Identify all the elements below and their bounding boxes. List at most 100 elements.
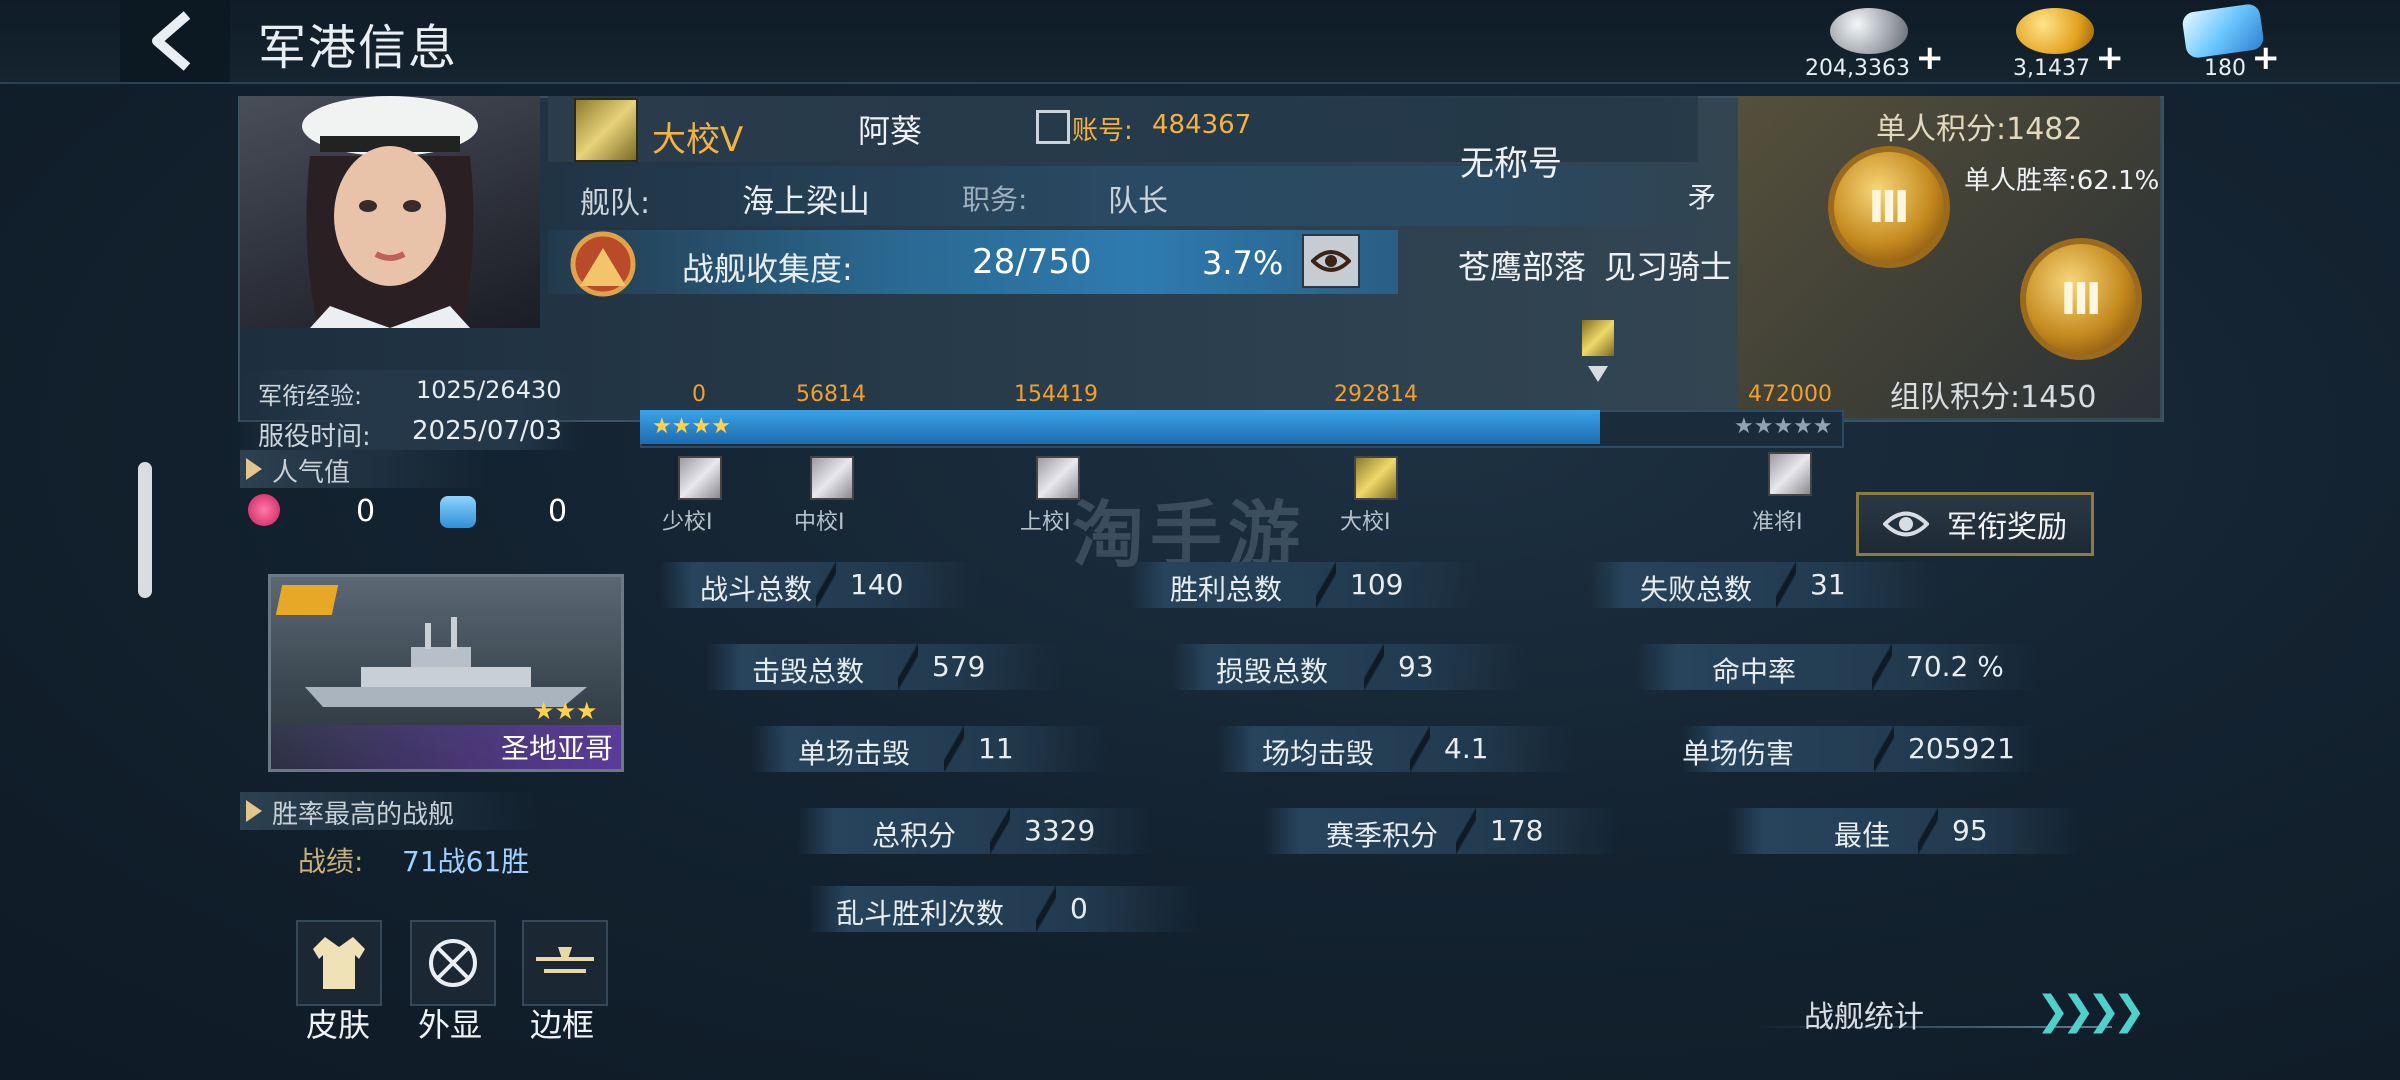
stat-item: 胜利总数 109: [1130, 562, 1480, 608]
silver-currency[interactable]: 204,3363 +: [1800, 4, 1950, 82]
rank-progress-fill: [640, 410, 1600, 444]
rose-icon[interactable]: [248, 494, 280, 526]
gold-plus-icon[interactable]: +: [2096, 38, 2125, 78]
silver-plus-icon[interactable]: +: [1916, 38, 1945, 78]
frame-icon: [536, 947, 594, 973]
stat-divider: [1316, 562, 1336, 608]
stat-value: 3329: [1024, 814, 1096, 847]
ship-stars: ★★★: [533, 697, 598, 725]
diamond-value: 180: [2204, 56, 2246, 81]
stat-item: 场均击毁 4.1: [1218, 726, 1574, 772]
back-button[interactable]: [120, 0, 230, 82]
diamond-currency[interactable]: 180 +: [2176, 2, 2286, 82]
team-medal-icon: Ⅲ: [2020, 238, 2142, 360]
gold-value: 3,1437: [2013, 56, 2090, 81]
progress-stars-right: ★★★★★: [1734, 414, 1833, 439]
stat-value: 0: [1070, 892, 1088, 925]
stat-divider: [1410, 726, 1430, 772]
duty-value: 队长: [1108, 184, 1168, 219]
rank-label: 大校Ⅴ: [652, 120, 744, 160]
current-rank-marker-icon: [1582, 320, 1614, 356]
avatar[interactable]: [240, 96, 540, 328]
stat-divider: [1776, 562, 1796, 608]
gold-currency[interactable]: 3,1437 +: [2000, 4, 2130, 82]
exp-label: 军衔经验:: [258, 382, 363, 410]
stat-label: 单场伤害: [1682, 737, 1795, 770]
eye-icon: [1311, 250, 1351, 272]
stat-value: 70.2 %: [1906, 650, 2004, 683]
tick-label: 56814: [796, 382, 866, 407]
service-date: 2025/07/03: [412, 416, 562, 446]
rank-name: 少校Ⅰ: [662, 510, 713, 535]
silver-value: 204,3363: [1805, 56, 1910, 81]
stat-value: 4.1: [1444, 732, 1489, 765]
stat-divider: [898, 644, 918, 690]
rank-name: 准将Ⅰ: [1752, 510, 1803, 535]
jacket-icon: [313, 937, 365, 989]
tick-label: 472000: [1748, 382, 1832, 407]
eye-icon: [1883, 511, 1929, 537]
rank-icon-senior-colonel: [1354, 456, 1398, 500]
appearance-button[interactable]: [410, 920, 496, 1006]
gold-coin-icon: [2016, 8, 2094, 54]
arrow-right-icon[interactable]: ❯❯❯❯: [2036, 988, 2146, 1034]
crosshair-icon: [429, 939, 477, 987]
triangle-icon: [246, 800, 262, 822]
stat-value: 205921: [1908, 732, 2015, 765]
avatar-portrait-icon: [302, 96, 478, 328]
stat-divider: [1874, 726, 1894, 772]
stat-label: 乱斗胜利次数: [836, 897, 1005, 930]
player-title: 无称号: [1460, 144, 1562, 184]
tick-label: 154419: [1014, 382, 1098, 407]
stat-divider: [1036, 886, 1056, 932]
frame-button[interactable]: [522, 920, 608, 1006]
stat-item: 乱斗胜利次数 0: [808, 886, 1200, 932]
stat-value: 109: [1350, 568, 1404, 601]
edit-icon[interactable]: [1036, 110, 1070, 144]
diamond-plus-icon[interactable]: +: [2252, 38, 2281, 78]
stat-label: 战斗总数: [700, 573, 813, 606]
fleet-name[interactable]: 海上梁山: [742, 176, 870, 222]
stat-label: 赛季积分: [1326, 819, 1439, 852]
skin-label: 皮肤: [306, 1006, 371, 1044]
team-score: 组队积分:1450: [1890, 380, 2097, 415]
rank-name: 大校Ⅰ: [1340, 510, 1391, 535]
stat-item: 击毁总数 579: [706, 644, 1062, 690]
view-collection-button[interactable]: [1302, 234, 1360, 288]
solo-medal-tier: Ⅲ: [1868, 181, 1910, 233]
stat-label: 命中率: [1712, 655, 1797, 688]
stat-item: 赛季积分 178: [1264, 808, 1620, 854]
popularity-label: 人气值: [272, 458, 351, 488]
page-title: 军港信息: [258, 20, 459, 76]
rank-reward-button[interactable]: 军衔奖励: [1856, 492, 2094, 556]
account-label: 账号:: [1072, 116, 1133, 146]
slipper-icon[interactable]: [440, 496, 476, 528]
rank-icon-lt-colonel: [810, 456, 854, 500]
slipper-count: 0: [548, 494, 568, 529]
progress-stars-left: ★★★★: [652, 414, 731, 439]
record-value: 71战61胜: [402, 845, 530, 878]
ship-stats-label[interactable]: 战舰统计: [1804, 992, 1924, 1036]
triangle-icon: [246, 458, 262, 480]
ship-class-icon: [275, 585, 339, 615]
duty-label: 职务:: [962, 183, 1028, 216]
rank-badge-icon: [574, 98, 638, 162]
stat-value: 31: [1810, 568, 1846, 601]
scroll-indicator[interactable]: [138, 462, 152, 598]
rank-name: 上校Ⅰ: [1020, 510, 1071, 535]
stat-divider: [944, 726, 964, 772]
stat-divider: [1918, 808, 1938, 854]
stat-item: 损毁总数 93: [1172, 644, 1528, 690]
stat-item: 命中率 70.2 %: [1636, 644, 2036, 690]
solo-score: 单人积分:1482: [1876, 112, 2083, 147]
stat-value: 11: [978, 732, 1014, 765]
stat-divider: [816, 562, 836, 608]
solo-winrate: 单人胜率:62.1%: [1964, 166, 2160, 196]
rose-count: 0: [356, 494, 376, 529]
best-ship-card[interactable]: ★★★ 圣地亚哥: [268, 574, 624, 772]
skin-button[interactable]: [296, 920, 382, 1006]
collection-percent: 3.7%: [1202, 244, 1284, 282]
collection-medal-icon: [560, 226, 646, 300]
stat-label: 单场击毁: [798, 737, 911, 770]
clan-name[interactable]: 苍鹰部落: [1458, 242, 1586, 288]
